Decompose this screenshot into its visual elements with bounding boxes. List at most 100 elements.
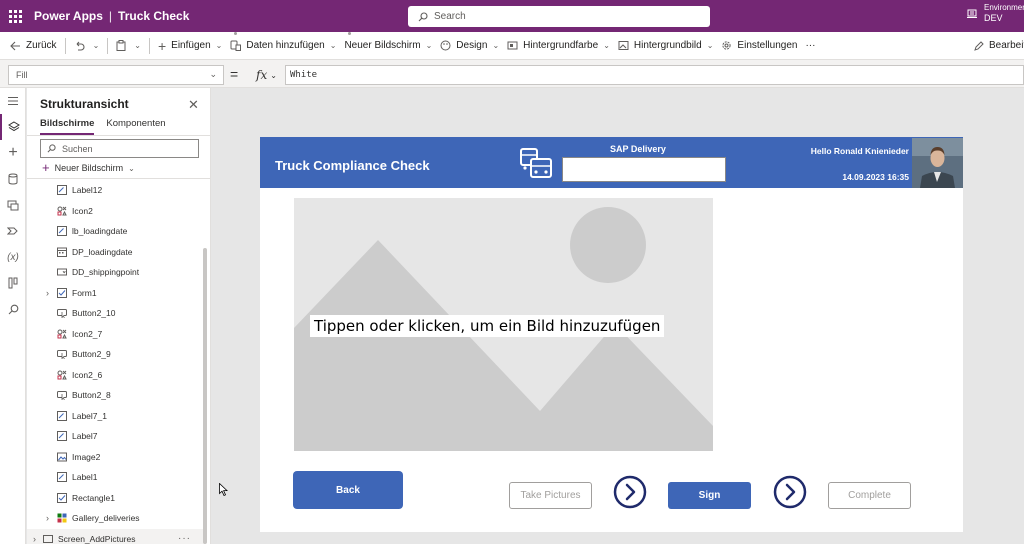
app-canvas-screen: Truck Compliance Check SAP Delivery Hell… (260, 137, 963, 532)
tree-item-image2[interactable]: Image2 (27, 447, 205, 468)
tree-item-label7-1[interactable]: Label7_1 (27, 406, 205, 427)
tree-item-icon2-6[interactable]: Icon2_6 (27, 365, 205, 386)
more-commands-button[interactable]: ··· (801, 32, 819, 60)
chevron-right-circle-icon[interactable] (613, 475, 647, 509)
advanced-tools-rail-button[interactable] (0, 270, 26, 296)
tree-scrollbar[interactable] (203, 248, 207, 544)
tab-components[interactable]: Komponenten (106, 118, 165, 135)
undo-icon (76, 41, 85, 51)
tree-item-button2-8[interactable]: Button2_8 (27, 385, 205, 406)
insert-label: Einfügen (171, 40, 211, 51)
tree-tabs: Bildschirme Komponenten (40, 118, 166, 135)
tree-item-label: DD_shippingpoint (72, 267, 140, 278)
tree-item-label: Label1 (72, 472, 98, 483)
function-button[interactable]: fx ⌄ (250, 65, 284, 85)
trucks-icon[interactable] (518, 147, 554, 181)
tree-item-form1[interactable]: › Form1 (27, 283, 205, 304)
app-launcher-icon[interactable] (2, 0, 28, 32)
paste-menu-button[interactable]: ⌄ (130, 32, 145, 60)
back-button[interactable]: Zurück (0, 32, 61, 60)
tree-view-button[interactable] (0, 114, 26, 140)
chevron-down-icon: ⌄ (92, 41, 100, 50)
tree-screen-add-pictures[interactable]: › Screen_AddPictures ··· (27, 528, 205, 544)
search-icon (47, 144, 56, 153)
power-automate-rail-button[interactable] (0, 218, 26, 244)
tab-screens[interactable]: Bildschirme (40, 118, 95, 135)
more-options-button[interactable]: ··· (178, 533, 191, 544)
tree-item-icon2[interactable]: Icon2 (27, 201, 205, 222)
tree-item-icon2-7[interactable]: Icon2_7 (27, 324, 205, 345)
back-button-canvas[interactable]: Back (293, 471, 403, 509)
paste-button[interactable] (112, 32, 130, 60)
tools-icon (8, 277, 18, 289)
sap-delivery-input[interactable] (562, 157, 726, 182)
chevron-down-icon: ⌄ (270, 70, 277, 80)
tree-item-lb-loadingdate[interactable]: lb_loadingdate (27, 221, 205, 242)
tree-item-rectangle1[interactable]: Rectangle1 (27, 488, 205, 509)
undo-menu-button[interactable]: ⌄ (89, 32, 104, 60)
tree-item-button2-9[interactable]: Button2_9 (27, 344, 205, 365)
back-label: Zurück (26, 40, 57, 51)
settings-button[interactable]: Einstellungen (717, 32, 801, 60)
pencil-icon (974, 40, 984, 51)
app-name[interactable]: Truck Check (118, 9, 189, 23)
environment-picker[interactable]: Environment DEV (966, 3, 1024, 23)
tree-item-label: Label12 (72, 185, 103, 196)
chevron-right-icon[interactable]: › (46, 513, 49, 523)
tree-item-gallery-deliveries[interactable]: › Gallery_deliveries (27, 508, 205, 529)
tree-item-dd-shippingpoint[interactable]: DD_shippingpoint (27, 262, 205, 283)
search-rail-button[interactable] (0, 296, 26, 322)
tree-item-label12[interactable]: Label12 (27, 180, 205, 201)
tree-item-label: Screen_AddPictures (58, 533, 136, 544)
background-color-button[interactable]: Hintergrundfarbe ⌄ (503, 32, 614, 60)
chevron-down-icon: ⌄ (134, 41, 141, 50)
sign-button[interactable]: Sign (668, 482, 751, 509)
tree-item-label: Icon2_6 (72, 369, 103, 380)
fill-color-icon (507, 41, 518, 50)
formula-input[interactable]: White (285, 65, 1024, 85)
new-screen-tree-label: Neuer Bildschirm (54, 163, 124, 173)
complete-button[interactable]: Complete (828, 482, 911, 509)
design-button[interactable]: Design ⌄ (436, 32, 503, 60)
tree-item-dp-loadingdate[interactable]: DP_loadingdate (27, 242, 205, 263)
title-separator: | (108, 9, 113, 23)
data-rail-button[interactable] (0, 166, 26, 192)
tree-item-label: DP_loadingdate (72, 246, 133, 257)
chevron-down-icon: ⌄ (329, 41, 337, 50)
variables-rail-button[interactable]: (x) (0, 244, 26, 270)
media-rail-button[interactable] (0, 192, 26, 218)
chevron-right-circle-icon[interactable] (773, 475, 807, 509)
global-search-input[interactable]: Search (408, 6, 710, 27)
property-dropdown[interactable]: Fill ⌄ (8, 65, 224, 85)
tree-search-input[interactable]: Suchen (40, 139, 199, 158)
close-icon[interactable]: ✕ (188, 97, 199, 113)
chevron-right-icon[interactable]: › (46, 288, 49, 298)
chevron-right-icon[interactable]: › (33, 534, 36, 544)
edit-button[interactable]: Bearbeiten (970, 32, 1024, 60)
app-header: Truck Compliance Check SAP Delivery Hell… (260, 137, 963, 188)
palette-icon (440, 40, 451, 51)
image-icon (57, 452, 67, 462)
database-icon (230, 40, 242, 51)
divider (148, 37, 150, 54)
property-value: Fill (16, 70, 28, 80)
environment-label: Environment (984, 3, 1024, 12)
take-pictures-button[interactable]: Take Pictures (509, 482, 592, 509)
tree-item-label: Button2_8 (72, 390, 111, 401)
gallery-icon (57, 513, 67, 523)
tree-item-label7[interactable]: Label7 (27, 426, 205, 447)
tree-item-button2-10[interactable]: Button2_10 (27, 303, 205, 324)
tree-item-label1[interactable]: Label1 (27, 467, 205, 488)
button-icon (57, 390, 67, 401)
hamburger-menu-button[interactable] (0, 88, 26, 114)
undo-button[interactable] (70, 32, 89, 60)
database-icon (8, 173, 18, 185)
gear-icon (722, 41, 732, 50)
add-data-button[interactable]: Daten hinzufügen ⌄ (226, 31, 340, 60)
insert-rail-button[interactable]: + (0, 140, 26, 166)
new-screen-tree-button[interactable]: + Neuer Bildschirm ⌄ (42, 161, 135, 174)
insert-button[interactable]: + Einfügen ⌄ (154, 32, 226, 60)
background-image-button[interactable]: Hintergrundbild ⌄ (614, 32, 718, 60)
label-icon (57, 431, 67, 442)
new-screen-button[interactable]: Neuer Bildschirm ⌄ (340, 31, 436, 60)
